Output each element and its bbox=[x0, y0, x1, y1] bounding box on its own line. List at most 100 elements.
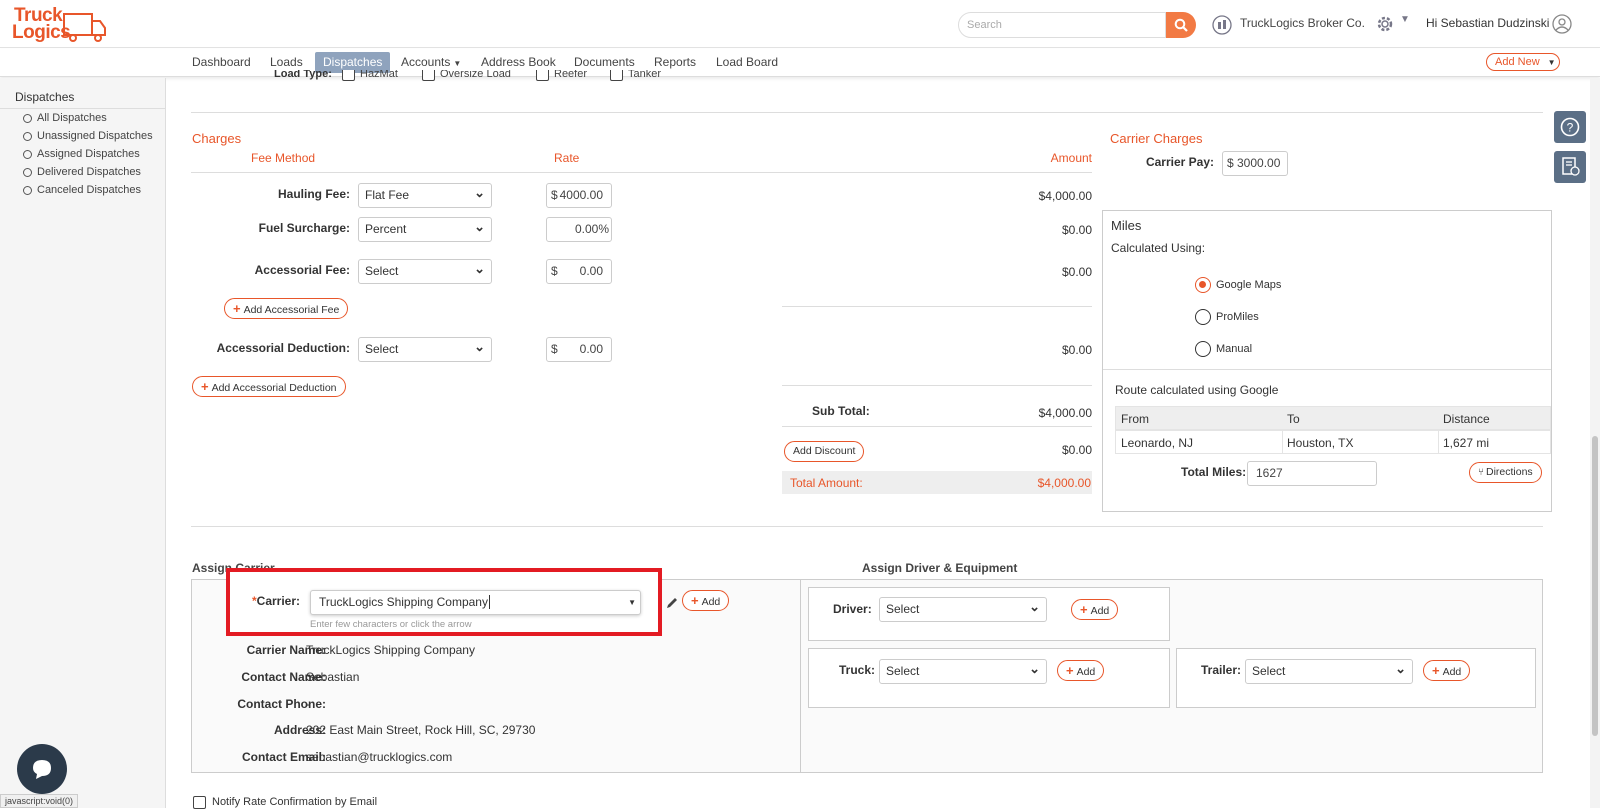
manual-radio[interactable] bbox=[1195, 341, 1211, 357]
nav-documents[interactable]: Documents bbox=[574, 55, 635, 69]
accessorial-deduction-amount: $0.00 bbox=[1061, 343, 1092, 357]
chat-button[interactable] bbox=[17, 744, 67, 794]
contact-name-value: Sebastian bbox=[306, 670, 360, 684]
add-accessorial-fee-button[interactable]: + Add Accessorial Fee bbox=[224, 298, 349, 319]
status-bar: javascript:void(0) bbox=[0, 794, 79, 808]
add-new-label: Add New bbox=[1495, 56, 1540, 68]
sub-total-value: $4,000.00 bbox=[1038, 406, 1092, 420]
add-discount-button[interactable]: Add Discount bbox=[784, 441, 865, 462]
google-maps-radio[interactable] bbox=[1195, 277, 1211, 293]
sidebar: Dispatches All Dispatches Unassigned Dis… bbox=[0, 78, 166, 808]
sidebar-item-unassigned[interactable]: Unassigned Dispatches bbox=[23, 130, 153, 142]
amount-divider bbox=[782, 306, 1092, 307]
search-input[interactable]: Search bbox=[958, 12, 1166, 38]
accessorial-deduction-label: Accessorial Deduction: bbox=[216, 341, 350, 355]
settings-chevron-down-icon[interactable]: ▼ bbox=[1400, 14, 1410, 25]
sidebar-item-all-dispatches[interactable]: All Dispatches bbox=[23, 112, 107, 124]
nav-accounts-label: Accounts bbox=[401, 55, 451, 69]
add-accessorial-deduction-button[interactable]: + Add Accessorial Deduction bbox=[192, 376, 346, 397]
nav-loads[interactable]: Loads bbox=[270, 55, 303, 69]
sub-total-label: Sub Total: bbox=[812, 404, 870, 418]
address-value: 202 East Main Street, Rock Hill, SC, 297… bbox=[306, 723, 536, 737]
hauling-fee-rate-input[interactable]: $ 4000.00 bbox=[546, 183, 612, 208]
nav-accounts[interactable]: Accounts ▼ bbox=[401, 55, 461, 69]
sidebar-item-label: Canceled Dispatches bbox=[37, 184, 141, 196]
accessorial-fee-rate-input[interactable]: $ 0.00 bbox=[546, 259, 612, 284]
accessorial-deduction-method-select[interactable]: Select bbox=[358, 335, 492, 362]
accessorial-fee-method-select[interactable]: Select bbox=[358, 257, 492, 284]
route-text: Route calculated using Google bbox=[1115, 383, 1279, 397]
scrollbar-thumb[interactable] bbox=[1592, 436, 1598, 736]
fuel-surcharge-method-select[interactable]: Percent bbox=[358, 215, 492, 242]
miles-panel: Miles Calculated Using: Google Maps ProM… bbox=[1102, 210, 1552, 512]
search-button[interactable] bbox=[1166, 12, 1196, 38]
svg-text:?: ? bbox=[1567, 121, 1574, 135]
add-driver-label: Add bbox=[1090, 605, 1110, 617]
nav-dashboard[interactable]: Dashboard bbox=[192, 55, 251, 69]
nav-address-book[interactable]: Address Book bbox=[481, 55, 556, 69]
amount-header: Amount bbox=[1050, 151, 1092, 165]
to-header: To bbox=[1287, 412, 1300, 426]
carrier-charges-title: Carrier Charges bbox=[1110, 131, 1203, 146]
carrier-pay-input[interactable]: $ 3000.00 bbox=[1222, 151, 1288, 176]
charges-header-divider bbox=[191, 172, 1092, 173]
add-driver-button[interactable]: + Add bbox=[1071, 599, 1119, 620]
accessorial-deduction-rate-input[interactable]: $ 0.00 bbox=[546, 337, 612, 362]
sidebar-item-assigned[interactable]: Assigned Dispatches bbox=[23, 148, 140, 160]
hazmat-checkbox[interactable] bbox=[342, 70, 355, 81]
add-truck-button[interactable]: + Add bbox=[1057, 660, 1105, 681]
company-icon bbox=[1212, 15, 1232, 35]
search-icon bbox=[1174, 18, 1188, 32]
sidebar-item-delivered[interactable]: Delivered Dispatches bbox=[23, 166, 141, 178]
fuel-surcharge-rate-input[interactable]: 0.00% bbox=[546, 217, 612, 242]
notify-checkbox[interactable] bbox=[193, 796, 206, 809]
dollar-prefix: $ bbox=[1227, 156, 1234, 170]
tanker-checkbox[interactable] bbox=[610, 70, 623, 81]
driver-select[interactable]: Select bbox=[879, 595, 1047, 622]
hauling-fee-method-select[interactable]: Flat Fee bbox=[358, 181, 492, 208]
carrier-input-value: TruckLogics Shipping Company bbox=[319, 595, 488, 609]
page-scrollbar[interactable] bbox=[1590, 78, 1600, 808]
promiles-radio[interactable] bbox=[1195, 309, 1211, 325]
sidebar-item-label: Delivered Dispatches bbox=[37, 166, 141, 178]
reefer-checkbox[interactable] bbox=[536, 70, 549, 81]
route-from: Leonardo, NJ bbox=[1121, 436, 1194, 450]
manual-label: Manual bbox=[1216, 343, 1253, 355]
dollar-prefix: $ bbox=[551, 264, 558, 278]
truck-select[interactable]: Select bbox=[879, 657, 1047, 684]
main-nav: Dashboard Loads Dispatches Accounts ▼ Add… bbox=[0, 49, 1600, 77]
user-avatar-icon[interactable] bbox=[1552, 14, 1572, 34]
company-name[interactable]: TruckLogics Broker Co. bbox=[1240, 16, 1365, 30]
nav-reports[interactable]: Reports bbox=[654, 55, 696, 69]
hauling-fee-amount: $4,000.00 bbox=[1038, 189, 1092, 203]
nav-load-board[interactable]: Load Board bbox=[716, 55, 778, 69]
add-carrier-button[interactable]: + Add bbox=[682, 590, 730, 611]
directions-label: Directions bbox=[1486, 466, 1533, 478]
directions-button[interactable]: ⑂ Directions bbox=[1469, 462, 1542, 483]
carrier-hint: Enter few characters or click the arrow bbox=[310, 619, 472, 630]
plus-icon: + bbox=[201, 379, 209, 394]
caret-down-icon: ▼ bbox=[1547, 58, 1556, 67]
sidebar-divider bbox=[0, 108, 166, 109]
sidebar-item-canceled[interactable]: Canceled Dispatches bbox=[23, 184, 141, 196]
plus-icon: + bbox=[1432, 663, 1440, 678]
trucklogics-logo[interactable]: Truck Logics bbox=[12, 5, 106, 45]
fuel-surcharge-amount: $0.00 bbox=[1061, 223, 1092, 237]
total-miles-input[interactable]: 1627 bbox=[1247, 461, 1377, 486]
carrier-dropdown-arrow-icon[interactable]: ▼ bbox=[628, 591, 636, 614]
chat-bubble-icon bbox=[33, 760, 51, 779]
trailer-select[interactable]: Select bbox=[1245, 657, 1413, 684]
add-new-button[interactable]: Add New ▼ bbox=[1486, 53, 1560, 71]
add-trailer-button[interactable]: + Add bbox=[1423, 660, 1471, 681]
gear-icon[interactable] bbox=[1374, 13, 1396, 35]
carrier-pay-value: 3000.00 bbox=[1237, 156, 1281, 170]
fuel-surcharge-label: Fuel Surcharge: bbox=[258, 221, 350, 235]
help-button[interactable]: ? bbox=[1554, 111, 1586, 143]
cell-divider bbox=[1438, 431, 1439, 453]
user-greeting[interactable]: Hi Sebastian Dudzinski bbox=[1426, 16, 1549, 30]
pencil-icon[interactable] bbox=[665, 596, 679, 610]
oversize-checkbox[interactable] bbox=[422, 70, 435, 81]
notes-button[interactable] bbox=[1554, 151, 1586, 183]
assign-driver-title: Assign Driver & Equipment bbox=[862, 561, 1018, 575]
carrier-input[interactable]: TruckLogics Shipping Company ▼ bbox=[310, 590, 641, 615]
